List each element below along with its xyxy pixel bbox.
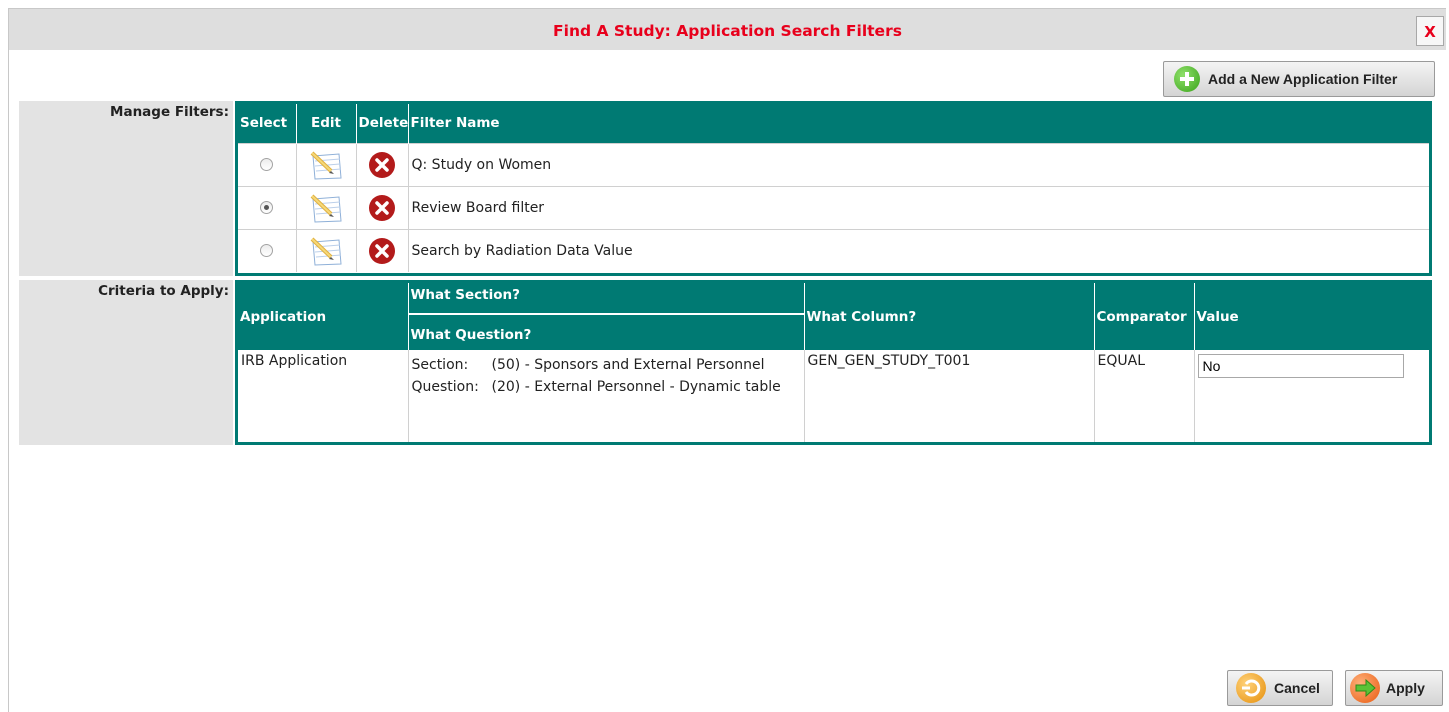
section-question-cell: Section: (50) - Sponsors and External Pe… [408,350,805,442]
filter-name: Review Board filter [408,185,1429,229]
comparator-cell: EQUAL [1094,350,1195,442]
manage-filters-label: Manage Filters: [19,101,233,276]
add-application-filter-button[interactable]: Add a New Application Filter [1163,61,1435,97]
right-arrow-icon [1350,673,1380,703]
col-application: Application [238,283,409,350]
undo-arrow-icon [1236,673,1266,703]
select-radio[interactable] [260,201,274,214]
col-value: Value [1194,283,1429,350]
question-value: (20) - External Personnel - Dynamic tabl… [491,378,781,395]
col-section-question: What Section? What Question? [408,283,805,350]
table-row: IRB Application Section: (50) - Sponsors… [238,350,1429,442]
value-cell [1194,350,1429,442]
edit-notepad-icon[interactable] [307,192,345,224]
search-filters-dialog: Find A Study: Application Search Filters… [8,8,1446,712]
value-input[interactable] [1197,354,1404,378]
delete-x-icon[interactable] [368,194,396,222]
apply-button[interactable]: Apply [1345,670,1443,706]
question-key: Question: [411,379,479,395]
col-what-column: What Column? [804,283,1095,350]
cancel-label: Cancel [1274,680,1320,696]
col-what-question: What Question? [410,327,532,343]
col-filter-name: Filter Name [408,104,1429,143]
dialog-title: Find A Study: Application Search Filters [553,22,902,40]
col-edit: Edit [296,104,357,143]
delete-x-icon[interactable] [368,237,396,265]
filter-name: Search by Radiation Data Value [408,228,1429,272]
close-button[interactable]: X [1416,16,1444,46]
table-row: Q: Study on Women [238,142,1429,186]
column-cell: GEN_GEN_STUDY_T001 [804,350,1095,442]
delete-x-icon[interactable] [368,151,396,179]
col-select: Select [238,104,297,143]
table-row: Review Board filter [238,185,1429,229]
section-value: (50) - Sponsors and External Personnel [491,356,765,373]
dialog-titlebar: Find A Study: Application Search Filters… [9,9,1446,50]
filters-table: Select Edit Delete Filter Name Q: Study … [238,104,1429,272]
edit-notepad-icon[interactable] [307,149,345,181]
col-delete: Delete [356,104,409,143]
filter-name: Q: Study on Women [408,142,1429,186]
cancel-button[interactable]: Cancel [1227,670,1333,706]
select-radio[interactable] [260,244,274,258]
table-row: Search by Radiation Data Value [238,228,1429,272]
criteria-label: Criteria to Apply: [19,280,233,445]
manage-filters-panel: Select Edit Delete Filter Name Q: Study … [235,101,1432,276]
apply-label: Apply [1386,680,1425,696]
edit-notepad-icon[interactable] [307,235,345,267]
plus-circle-icon [1174,66,1200,92]
col-what-section: What Section? [408,283,804,315]
col-comparator: Comparator [1094,283,1195,350]
criteria-table: Application What Section? What Question?… [238,283,1429,442]
select-radio[interactable] [260,158,274,171]
add-filter-label: Add a New Application Filter [1208,71,1398,87]
section-key: Section: [411,357,469,373]
criteria-panel: Application What Section? What Question?… [235,280,1432,445]
application-cell: IRB Application [238,350,409,442]
